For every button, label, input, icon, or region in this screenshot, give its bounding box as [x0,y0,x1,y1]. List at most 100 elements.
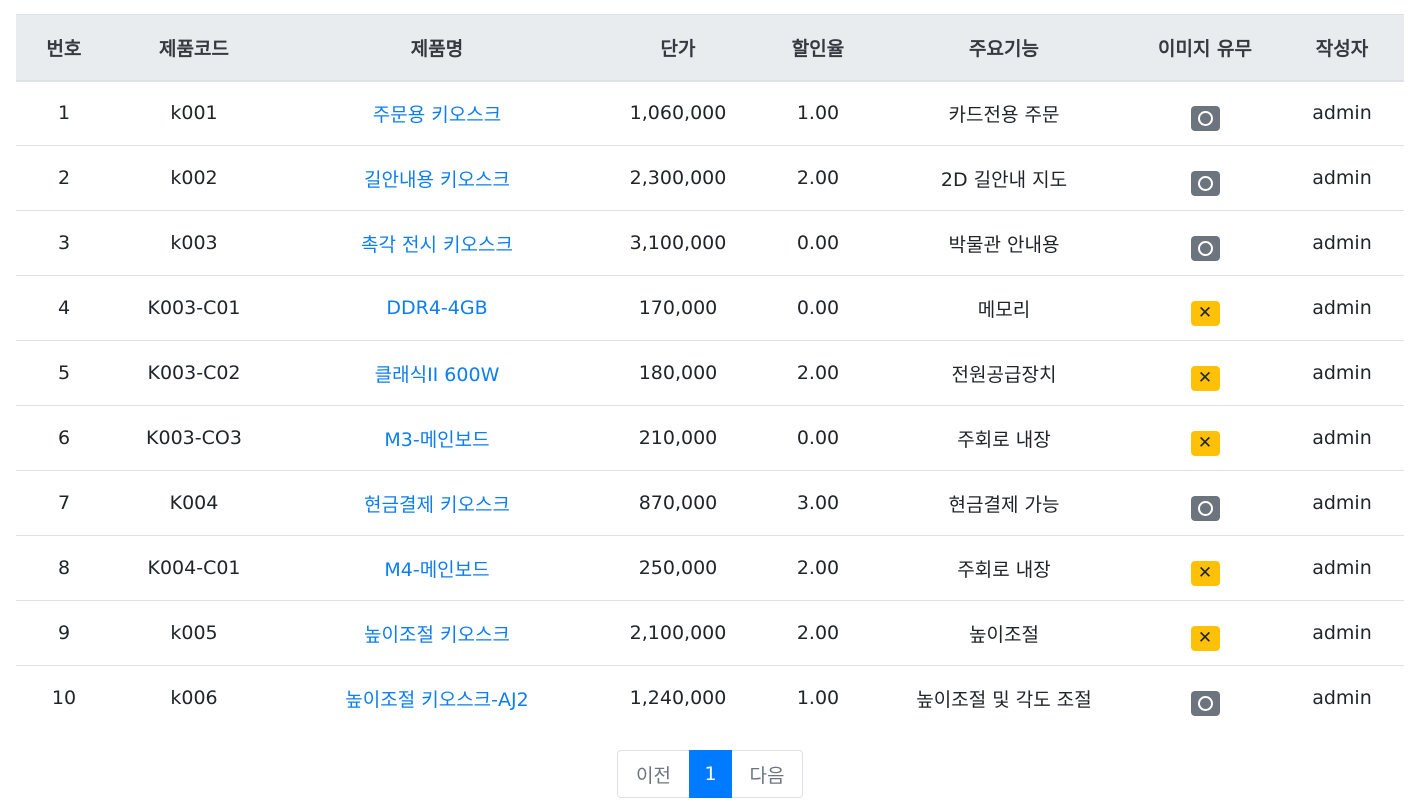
cell-main-feature: 주회로 내장 [878,535,1130,601]
header-author: 작성자 [1280,14,1404,82]
cell-discount-rate: 2.00 [758,535,878,601]
cell-author: admin [1280,210,1404,276]
cell-number: 1 [16,80,112,146]
cell-unit-price: 210,000 [598,405,758,471]
cell-number: 10 [51,687,77,710]
cell-product-code: K003-C01 [112,275,276,341]
cell-unit-price: 180,000 [598,340,758,406]
table-row: 3 k003 촉각 전시 키오스크 3,100,000 0.00 박물관 안내용 admin [16,210,1404,276]
x-icon: ✕ [1197,432,1213,453]
product-name-link[interactable]: 주문용 키오스크 [373,104,501,126]
header-number: 번호 [16,14,112,82]
product-name-link[interactable]: 길안내용 키오스크 [364,169,510,191]
cell-discount-rate: 2.00 [758,145,878,211]
image-absent-badge: ✕ [1190,560,1220,586]
table-row: 4 K003-C01 DDR4-4GB 170,000 0.00 메모리 ✕ admin [16,275,1404,341]
product-name-link[interactable]: M3-메인보드 [384,429,489,451]
prev-page-button[interactable]: 이전 [617,750,689,798]
cell-product-code: K004 [112,470,276,536]
product-name-link[interactable]: 촉각 전시 키오스크 [361,234,513,256]
cell-main-feature: 높이조절 [878,600,1130,666]
header-unit-price: 단가 [598,14,758,82]
image-absent-badge: ✕ [1190,300,1220,326]
cell-number: 2 [16,145,112,211]
cell-author: admin [1280,340,1404,406]
header-product-name: 제품명 [276,14,598,82]
cell-main-feature: 전원공급장치 [878,340,1130,406]
cell-main-feature: 2D 길안내 지도 [878,145,1130,211]
next-page-button[interactable]: 다음 [732,750,803,798]
cell-image-status: ✕ [1130,275,1280,341]
cell-author: admin [1280,80,1404,146]
cell-product-code: k002 [112,145,276,211]
cell-main-feature: 높이조절 및 각도 조절 [916,688,1092,711]
circle-icon [1197,110,1213,126]
cell-number: 5 [16,340,112,406]
cell-image-status [1130,470,1280,536]
cell-discount-rate: 1.00 [796,687,840,710]
current-page-button[interactable]: 1 [689,750,732,798]
cell-discount-rate: 0.00 [758,210,878,276]
cell-product-code: k006 [170,687,218,710]
cell-discount-rate: 2.00 [758,600,878,666]
header-discount-rate: 할인율 [758,14,878,82]
cell-product-name: 주문용 키오스크 [276,80,598,146]
image-present-badge [1190,105,1220,131]
cell-discount-rate: 0.00 [758,405,878,471]
cell-main-feature: 카드전용 주문 [878,80,1130,146]
cell-product-code: k003 [112,210,276,276]
header-main-feature: 주요기능 [878,14,1130,82]
cell-number: 9 [16,600,112,666]
cell-main-feature: 현금결제 가능 [878,470,1130,536]
product-name-link[interactable]: 높이조절 키오스크 [364,624,510,646]
cell-discount-rate: 0.00 [758,275,878,341]
product-name-link[interactable]: 클래식II 600W [375,364,500,386]
cell-image-status [1130,210,1280,276]
product-name-link[interactable]: M4-메인보드 [384,559,489,581]
cell-discount-rate: 1.00 [758,80,878,146]
cell-number: 3 [16,210,112,276]
table-header-row: 번호 제품코드 제품명 단가 할인율 주요기능 이미지 유무 작성자 [16,14,1404,82]
circle-icon [1197,175,1213,191]
cell-unit-price: 870,000 [598,470,758,536]
cell-main-feature: 메모리 [878,275,1130,341]
x-icon: ✕ [1197,627,1213,648]
product-name-link[interactable]: 현금결제 키오스크 [364,494,510,516]
cell-unit-price: 250,000 [598,535,758,601]
table-row: 6 K003-CO3 M3-메인보드 210,000 0.00 주회로 내장 ✕ admin [16,405,1404,471]
cell-author: admin [1280,145,1404,211]
cell-image-status [1130,80,1280,146]
cell-image-status [1130,666,1280,731]
cell-product-name: M4-메인보드 [276,535,598,601]
circle-icon [1197,500,1213,516]
product-name-link[interactable]: DDR4-4GB [386,297,487,319]
header-product-code: 제품코드 [112,14,276,82]
x-icon: ✕ [1197,367,1213,388]
cell-number: 7 [16,470,112,536]
cell-product-code: K004-C01 [112,535,276,601]
cell-number: 6 [16,405,112,471]
table-row: 9 k005 높이조절 키오스크 2,100,000 2.00 높이조절 ✕ admin [16,600,1404,666]
image-present-badge [1190,495,1220,521]
cell-product-code: k005 [112,600,276,666]
cell-main-feature: 주회로 내장 [878,405,1130,471]
cell-unit-price: 170,000 [598,275,758,341]
cell-unit-price: 3,100,000 [598,210,758,276]
product-name-link[interactable]: 높이조절 키오스크-AJ2 [345,689,528,711]
cell-product-name: DDR4-4GB [276,275,598,341]
cell-unit-price: 1,060,000 [598,80,758,146]
cell-image-status: ✕ [1130,405,1280,471]
x-icon: ✕ [1197,562,1213,583]
cell-discount-rate: 3.00 [758,470,878,536]
circle-icon [1197,240,1213,256]
circle-icon [1197,695,1213,711]
cell-product-name: 현금결제 키오스크 [276,470,598,536]
image-absent-badge: ✕ [1190,625,1220,651]
cell-author: admin [1280,600,1404,666]
cell-image-status [1130,145,1280,211]
image-present-badge [1190,690,1220,716]
table-row: 7 K004 현금결제 키오스크 870,000 3.00 현금결제 가능 admin [16,470,1404,536]
cell-discount-rate: 2.00 [758,340,878,406]
table-body: 1 k001 주문용 키오스크 1,060,000 1.00 카드전용 주문 admin 2 k… [16,80,1404,731]
cell-image-status: ✕ [1130,340,1280,406]
